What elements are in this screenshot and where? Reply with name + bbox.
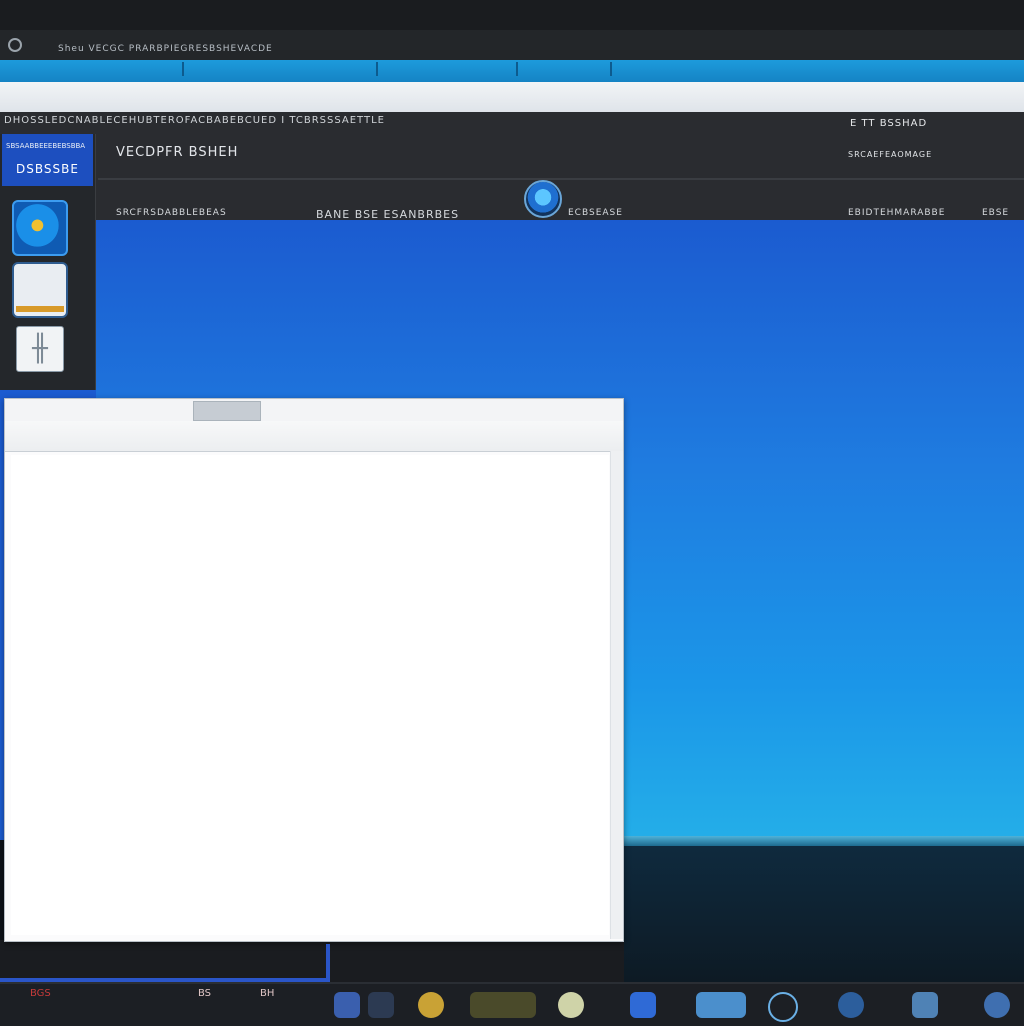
left-app-panel: SBSAABBEEEBEBSBBA DSBSSBE ╫ <box>0 134 96 390</box>
window-content[interactable] <box>11 455 609 935</box>
strip-tick <box>182 62 184 76</box>
window-scrollbar[interactable] <box>610 451 623 939</box>
app-icon[interactable] <box>558 992 584 1018</box>
panel-header-title: DSBSSBE <box>16 162 79 176</box>
tile-strip <box>16 306 64 312</box>
strip-tick <box>376 62 378 76</box>
ribbon-footer-far-right[interactable]: EBSE <box>982 208 1009 218</box>
address-bar[interactable] <box>0 82 1024 114</box>
taskbar-label[interactable]: BS <box>198 988 211 999</box>
taskbar: BGS BS BH <box>0 944 1024 1026</box>
app-icon[interactable] <box>418 992 444 1018</box>
wallpaper-dark <box>624 846 1024 982</box>
app-icon[interactable] <box>630 992 656 1018</box>
ribbon-title: VECDPFR BSHEH <box>116 145 239 160</box>
panel-header[interactable]: SBSAABBEEEBEBSBBA DSBSSBE <box>2 134 93 186</box>
ribbon-footer-mid2[interactable]: ECBSEASE <box>568 208 623 218</box>
ribbon-right-label[interactable]: E TT BSSHAD <box>850 118 927 129</box>
window-title: Sheu VECGC PRARBPIEGRESBSHEVACDE <box>58 44 273 54</box>
app-icon[interactable] <box>912 992 938 1018</box>
app-icon[interactable] <box>768 992 798 1022</box>
window-tab[interactable] <box>193 401 261 421</box>
power-icon[interactable] <box>8 38 22 52</box>
app-icon[interactable] <box>470 992 536 1018</box>
blue-accent-strip <box>0 60 1024 82</box>
desktop-bottom <box>0 940 624 982</box>
panel-header-caption: SBSAABBEEEBEBSBBA <box>6 142 86 150</box>
app-globe-icon[interactable] <box>12 200 68 256</box>
window-toolbar <box>5 421 623 452</box>
ribbon: DHOSSLEDCNABLECEHUBTEROFACBABEBCUED I TC… <box>0 112 1024 221</box>
ribbon-footer-right[interactable]: EBIDTEHMARABBE <box>848 208 945 218</box>
window-tabbar <box>5 399 623 421</box>
wallpaper-horizon <box>624 836 1024 846</box>
ribbon-footer-left[interactable]: SRCFRSDABBLEBEAS <box>116 208 227 218</box>
app-icon[interactable] <box>334 992 360 1018</box>
taskbar-accent-vertical <box>326 944 330 982</box>
app-icon[interactable] <box>838 992 864 1018</box>
screen-bezel <box>0 0 1024 30</box>
taskbar-accent <box>0 978 330 982</box>
browser-logo-icon[interactable] <box>524 180 562 218</box>
ribbon-menu[interactable]: DHOSSLEDCNABLECEHUBTEROFACBABEBCUED I TC… <box>4 115 385 126</box>
app-icon[interactable] <box>368 992 394 1018</box>
app-grid-icon[interactable]: ╫ <box>16 326 64 372</box>
app-icon[interactable] <box>696 992 746 1018</box>
strip-tick <box>610 62 612 76</box>
ribbon-separator <box>98 178 1024 180</box>
window-titlebar: Sheu VECGC PRARBPIEGRESBSHEVACDE <box>0 30 1024 60</box>
ribbon-right-sublabel[interactable]: SRCAEFEAOMAGE <box>848 150 932 159</box>
taskbar-label[interactable]: BH <box>260 988 274 999</box>
app-icon[interactable] <box>984 992 1010 1018</box>
strip-tick <box>516 62 518 76</box>
taskbar-label[interactable]: BGS <box>30 988 51 999</box>
app-document-icon[interactable] <box>12 262 68 318</box>
app-window <box>4 398 624 942</box>
